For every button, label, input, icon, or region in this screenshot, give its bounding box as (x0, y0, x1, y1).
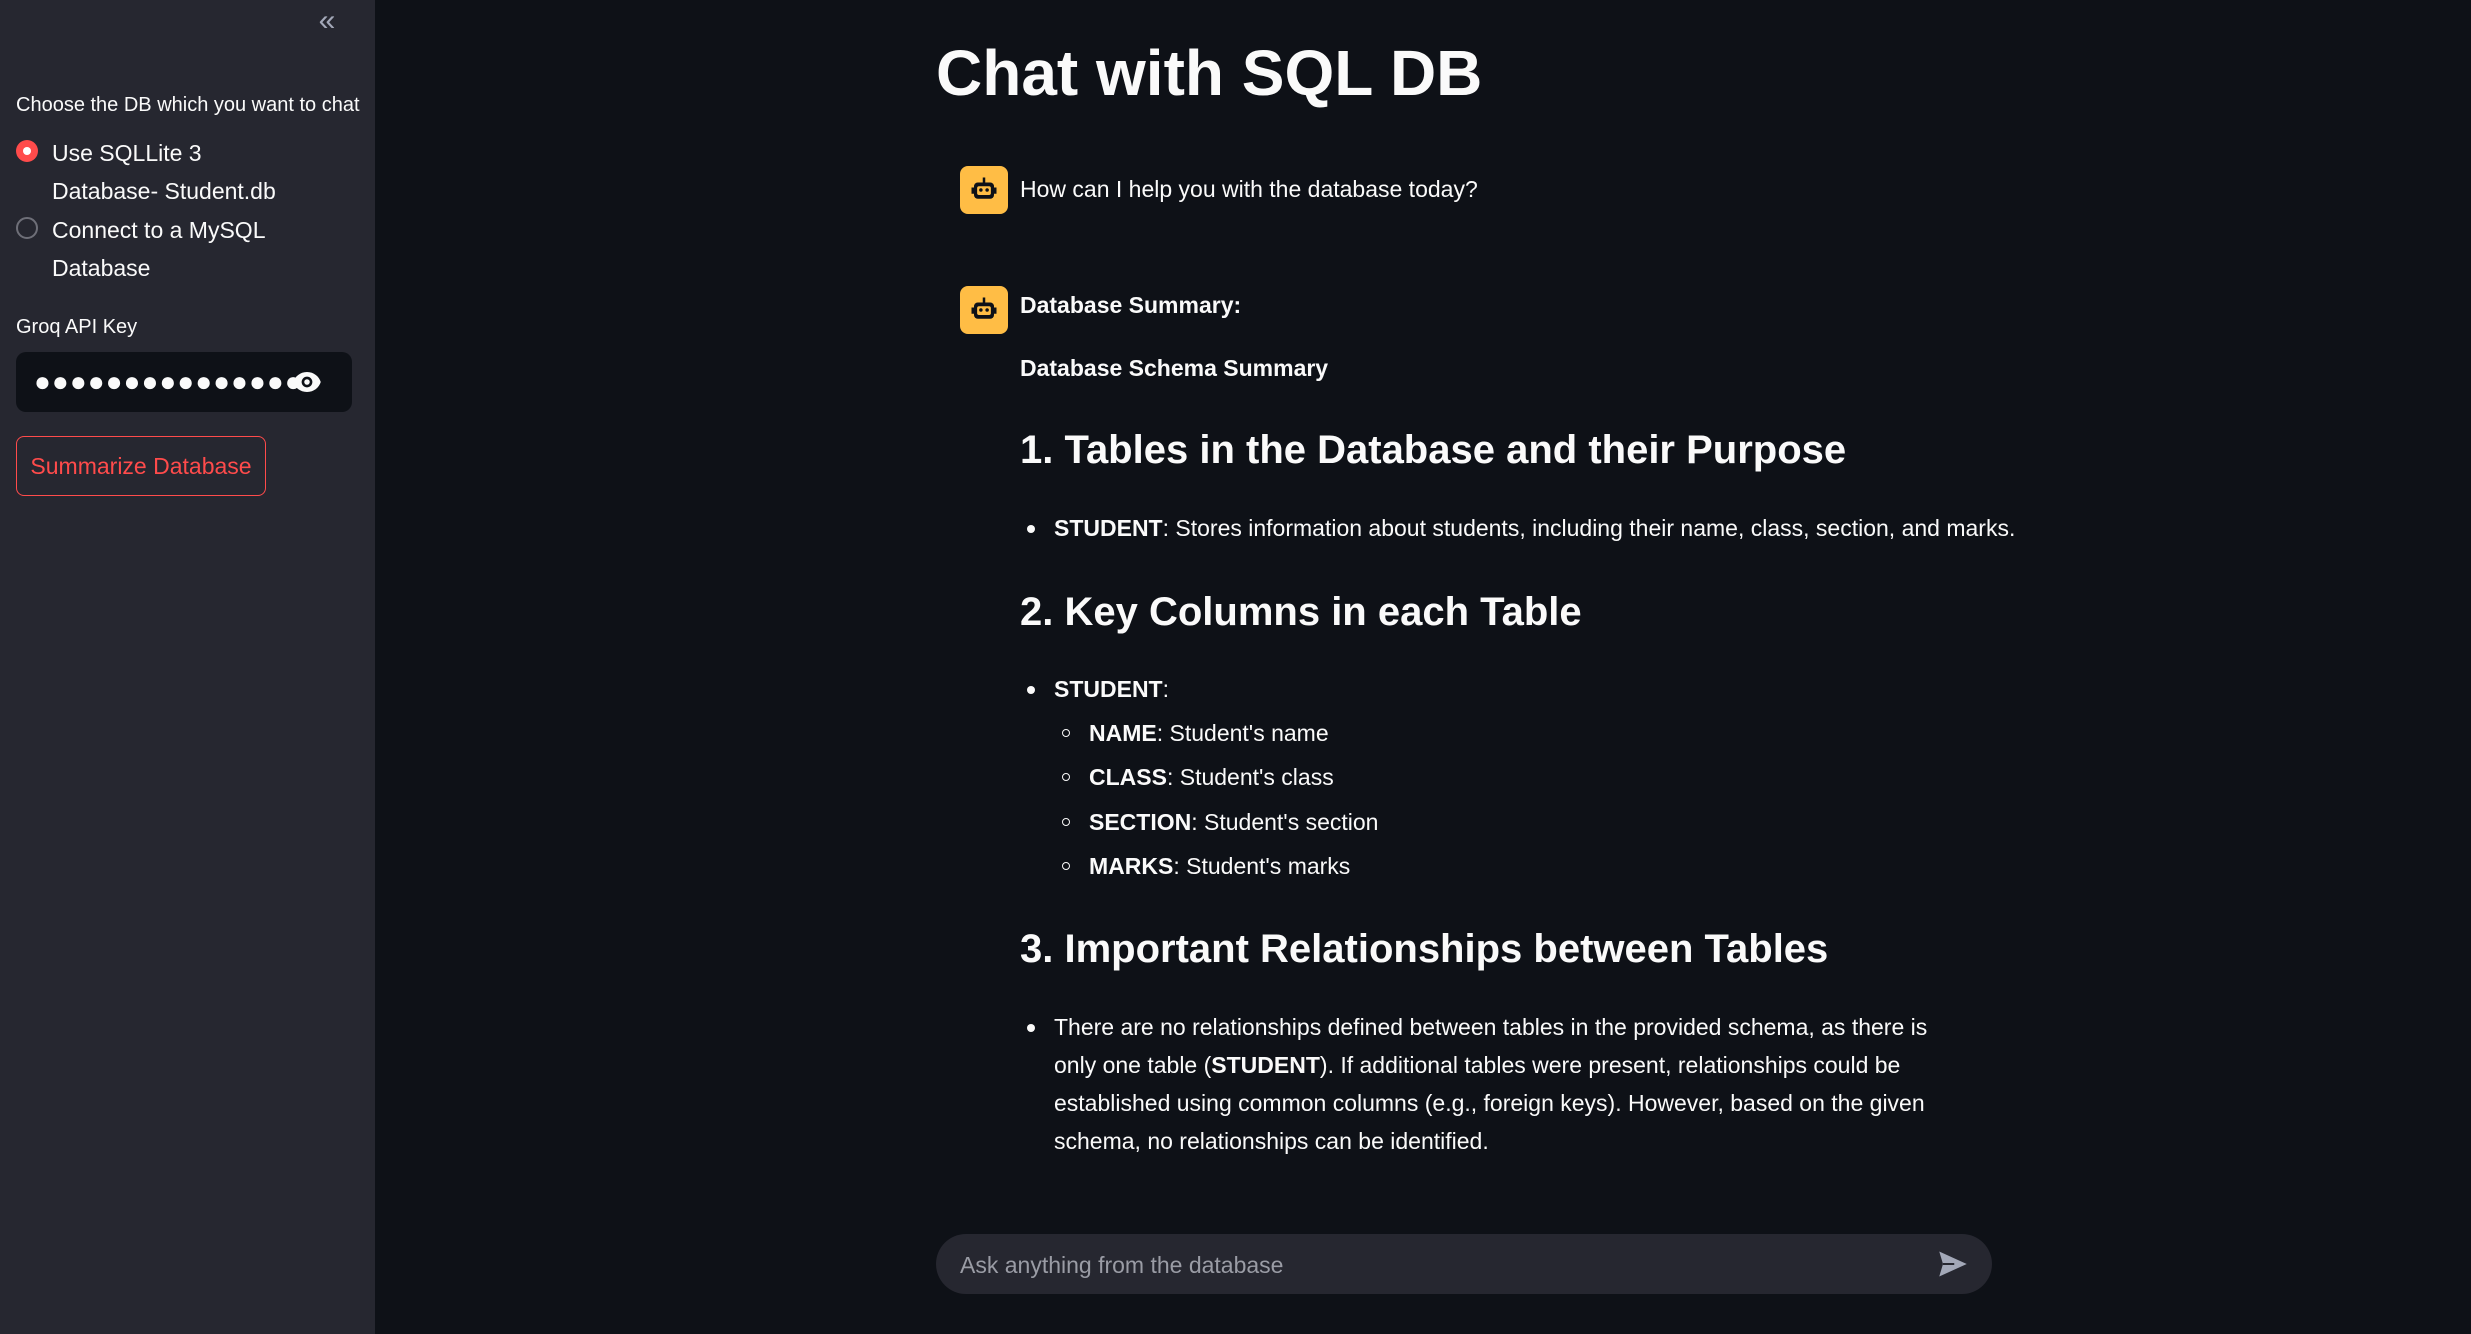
bullet (1027, 686, 1035, 694)
radio-option-label: Connect to a MySQL Database (52, 217, 265, 281)
page-title: Chat with SQL DB (936, 37, 1483, 109)
summarize-database-button[interactable]: Summarize Database (16, 436, 266, 496)
column-item-class: CLASS: Student's class (1089, 764, 1334, 790)
summary-heading: Database Summary: (1020, 292, 1242, 318)
api-key-field[interactable]: ●●●●●●●●●●●●●●●● (16, 352, 352, 412)
sub-bullet (1062, 773, 1070, 781)
list-item: STUDENT: Stores information about studen… (1054, 515, 2016, 541)
list-item: There are no relationships defined betwe… (1054, 1014, 1928, 1154)
robot-icon (960, 286, 1008, 334)
bullet (1027, 1024, 1035, 1032)
sub-bullet (1062, 862, 1070, 870)
sub-bullet (1062, 729, 1070, 737)
heading-relationships: 3. Important Relationships between Table… (1020, 927, 1829, 971)
collapse-sidebar-icon[interactable]: « (312, 6, 342, 36)
eye-icon[interactable] (292, 370, 322, 394)
send-icon[interactable] (1938, 1250, 1968, 1278)
radio-option-label: Use SQLLite 3 Database- Student.db (52, 140, 276, 204)
schema-title: Database Schema Summary (1020, 355, 1329, 381)
radio-unselected-icon (16, 217, 38, 239)
column-item-section: SECTION: Student's section (1089, 809, 1379, 835)
radio-selected-icon (16, 140, 38, 162)
bullet (1027, 525, 1035, 533)
chat-input-bar (936, 1234, 1992, 1296)
heading-tables: 1. Tables in the Database and their Purp… (1020, 428, 1847, 472)
radio-option-mysql[interactable]: Connect to a MySQL Database (16, 211, 312, 287)
api-key-label: Groq API Key (16, 316, 138, 338)
robot-icon (960, 166, 1008, 214)
db-choice-label: Choose the DB which you want to chat (16, 94, 360, 116)
api-key-value[interactable]: ●●●●●●●●●●●●●●●● (34, 360, 321, 404)
sub-bullet (1062, 818, 1070, 826)
list-item: STUDENT: (1054, 676, 1170, 702)
column-item-marks: MARKS: Student's marks (1089, 853, 1351, 879)
sidebar: « Choose the DB which you want to chat U… (0, 0, 375, 1334)
chat-input[interactable] (958, 1234, 1902, 1296)
assistant-message-greeting: How can I help you with the database tod… (1020, 176, 1478, 202)
heading-key-columns: 2. Key Columns in each Table (1020, 590, 1582, 634)
radio-option-sqlite[interactable]: Use SQLLite 3 Database- Student.db (16, 134, 312, 210)
column-item-name: NAME: Student's name (1089, 720, 1329, 746)
